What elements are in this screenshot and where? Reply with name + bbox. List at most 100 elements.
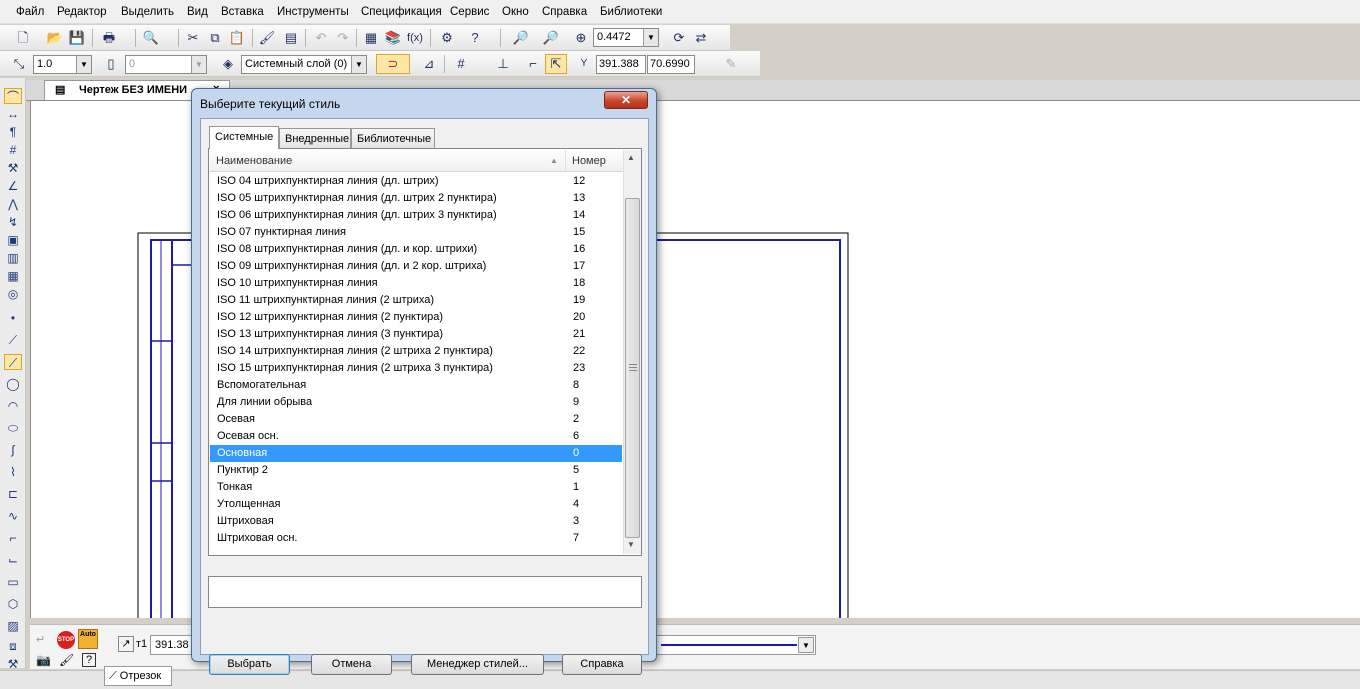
arrow-left-icon[interactable]: ↵ <box>36 633 45 646</box>
menu-item-2[interactable]: Выделить <box>121 6 174 18</box>
menu-item-7[interactable]: Сервис <box>450 6 489 18</box>
list-item[interactable]: ISO 05 штрихпунктирная линия (дл. штрих … <box>210 190 622 207</box>
open-folder-icon[interactable]: 📂 <box>46 29 64 47</box>
paste-icon[interactable]: 📋 <box>228 29 246 47</box>
step-combo[interactable]: 0 ▼ <box>125 55 207 74</box>
select-button[interactable]: Выбрать <box>209 654 290 675</box>
undo-icon[interactable]: ↶ <box>312 29 330 47</box>
save-icon[interactable]: 💾 <box>68 29 86 47</box>
local-cs-icon[interactable]: ⊥ <box>494 55 512 73</box>
menu-item-10[interactable]: Библиотеки <box>600 6 662 18</box>
dimensions-icon[interactable]: ↔ <box>4 106 22 122</box>
polyline-icon[interactable]: ⌇ <box>4 464 22 480</box>
list-item[interactable]: ISO 12 штрихпунктирная линия (2 пунктира… <box>210 309 622 326</box>
list-item[interactable]: Штриховая осн. 7 <box>210 530 622 547</box>
menu-item-1[interactable]: Редактор <box>57 6 107 18</box>
circle-icon[interactable]: ◯ <box>4 376 22 392</box>
ortho-mode-icon[interactable]: ⌐ <box>524 55 542 73</box>
properties-icon[interactable]: ▤ <box>282 29 300 47</box>
edit-icon[interactable]: # <box>4 142 22 158</box>
tab-segment[interactable]: ⟋ Отрезок <box>104 666 172 686</box>
scale-combo[interactable]: 1.0 ▼ <box>33 55 92 74</box>
list-item[interactable]: Штриховая 3 <box>210 513 622 530</box>
menu-item-4[interactable]: Вставка <box>221 6 264 18</box>
vertical-scrollbar[interactable]: ▲ ▼ <box>623 150 641 554</box>
list-item[interactable]: ISO 10 штрихпунктирная линия 18 <box>210 275 622 292</box>
list-item[interactable]: ISO 14 штрихпунктирная линия (2 штриха 2… <box>210 343 622 360</box>
chevron-down-icon[interactable]: ▼ <box>798 637 814 653</box>
column-number[interactable]: Номер <box>566 150 622 172</box>
reports-icon[interactable]: ▣ <box>4 232 22 248</box>
select-icon[interactable]: ⋀ <box>4 196 22 212</box>
spec-icon[interactable]: ↯ <box>4 214 22 230</box>
list-item[interactable]: Вспомогательная 8 <box>210 377 622 394</box>
column-name[interactable]: Наименование ▲ <box>210 150 566 172</box>
chevron-down-icon[interactable]: ▼ <box>191 56 206 73</box>
style-manager-button[interactable]: Менеджер стилей... <box>411 654 544 675</box>
polygon-icon[interactable]: ⬡ <box>4 596 22 612</box>
camera-icon[interactable]: 📷 <box>36 653 51 667</box>
menu-item-6[interactable]: Спецификация <box>361 6 442 18</box>
list-item[interactable]: ISO 13 штрихпунктирная линия (3 пунктира… <box>210 326 622 343</box>
zoom-window-icon[interactable]: 🔎 <box>512 29 530 47</box>
geometry-icon[interactable]: ⌒ <box>4 88 22 104</box>
list-item[interactable]: Для линии обрыва 9 <box>210 394 622 411</box>
cursor-coords-icon[interactable]: Y <box>575 55 593 73</box>
scroll-thumb[interactable] <box>625 198 640 538</box>
calculate-icon[interactable]: ⚙ <box>438 29 456 47</box>
manager-icon[interactable]: ▦ <box>362 29 380 47</box>
layer-combo[interactable]: Системный слой (0) ▼ <box>241 55 367 74</box>
rectangle-icon[interactable]: ▭ <box>4 574 22 590</box>
menu-item-9[interactable]: Справка <box>542 6 587 18</box>
chevron-down-icon[interactable]: ▼ <box>351 56 366 73</box>
list-item[interactable]: Тонкая 1 <box>210 479 622 496</box>
step-icon[interactable]: ▯ <box>102 55 120 73</box>
new-file-icon[interactable]: 🗋 <box>14 29 32 47</box>
zoom-all-icon[interactable]: 🔎 <box>542 29 560 47</box>
list-item[interactable]: Осевая 2 <box>210 411 622 428</box>
library-tools-icon[interactable]: ◎ <box>4 286 22 302</box>
segment-icon[interactable]: ⟋ <box>4 354 22 370</box>
chamfer-icon[interactable]: ⌙ <box>4 552 22 568</box>
tab-library[interactable]: Библиотечные <box>351 128 435 148</box>
list-item[interactable]: ISO 15 штрихпунктирная линия (2 штриха 3… <box>210 360 622 377</box>
list-item[interactable]: Осевая осн. 6 <box>210 428 622 445</box>
fragment-icon[interactable]: ▦ <box>4 268 22 284</box>
coord-y-field[interactable]: 70.6990 <box>647 55 695 74</box>
zoom-in-icon[interactable]: ⊕ <box>572 29 590 47</box>
list-item[interactable]: ISO 09 штрихпунктирная линия (дл. и 2 ко… <box>210 258 622 275</box>
chevron-down-icon[interactable]: ▼ <box>643 29 658 46</box>
list-item[interactable]: Утолщенная 4 <box>210 496 622 513</box>
symbols-icon[interactable]: ¶ <box>4 124 22 140</box>
snap-magnet-icon[interactable]: ⊃ <box>376 54 410 74</box>
list-item[interactable]: ISO 07 пунктирная линия 15 <box>210 224 622 241</box>
close-icon[interactable]: ✕ <box>604 91 648 109</box>
equidistant-icon[interactable]: ⊏ <box>4 486 22 502</box>
brush-icon[interactable]: 🖌 <box>59 653 74 667</box>
tab-embedded[interactable]: Внедренные <box>279 128 351 148</box>
scroll-up-icon[interactable]: ▲ <box>627 153 635 162</box>
layer-icon[interactable]: ◈ <box>219 55 237 73</box>
scroll-down-icon[interactable]: ▼ <box>627 540 635 549</box>
ellipse-icon[interactable]: ⬭ <box>4 420 22 436</box>
aux-line-icon[interactable]: ⟋ <box>4 332 22 348</box>
stop-icon[interactable]: STOP <box>57 631 75 649</box>
insert-icon[interactable]: ▥ <box>4 250 22 266</box>
menu-item-3[interactable]: Вид <box>187 6 208 18</box>
point-icon[interactable]: • <box>4 310 22 326</box>
preview-icon[interactable]: 🔍 <box>142 29 160 47</box>
list-item[interactable]: ISO 08 штрихпунктирная линия (дл. и кор.… <box>210 241 622 258</box>
measure-icon[interactable]: ∠ <box>4 178 22 194</box>
library-icon[interactable]: 📚 <box>384 29 402 47</box>
auto-create-icon[interactable]: Auto <box>78 629 98 649</box>
redo-icon[interactable]: ↷ <box>334 29 352 47</box>
bezier-icon[interactable]: ∿ <box>4 508 22 524</box>
format-painter-icon[interactable]: 🖌 <box>258 29 276 47</box>
zoom-combo[interactable]: 0.4472 ▼ <box>593 28 659 47</box>
list-item[interactable]: ISO 06 штрихпунктирная линия (дл. штрих … <box>210 207 622 224</box>
list-item[interactable]: Основная 0 <box>210 445 622 462</box>
style-combo[interactable]: ▼ <box>656 635 816 655</box>
cut-icon[interactable]: ✂ <box>184 29 202 47</box>
coord-x-field[interactable]: 391.388 <box>596 55 646 74</box>
scale-icon[interactable]: ⤡ <box>10 55 28 73</box>
